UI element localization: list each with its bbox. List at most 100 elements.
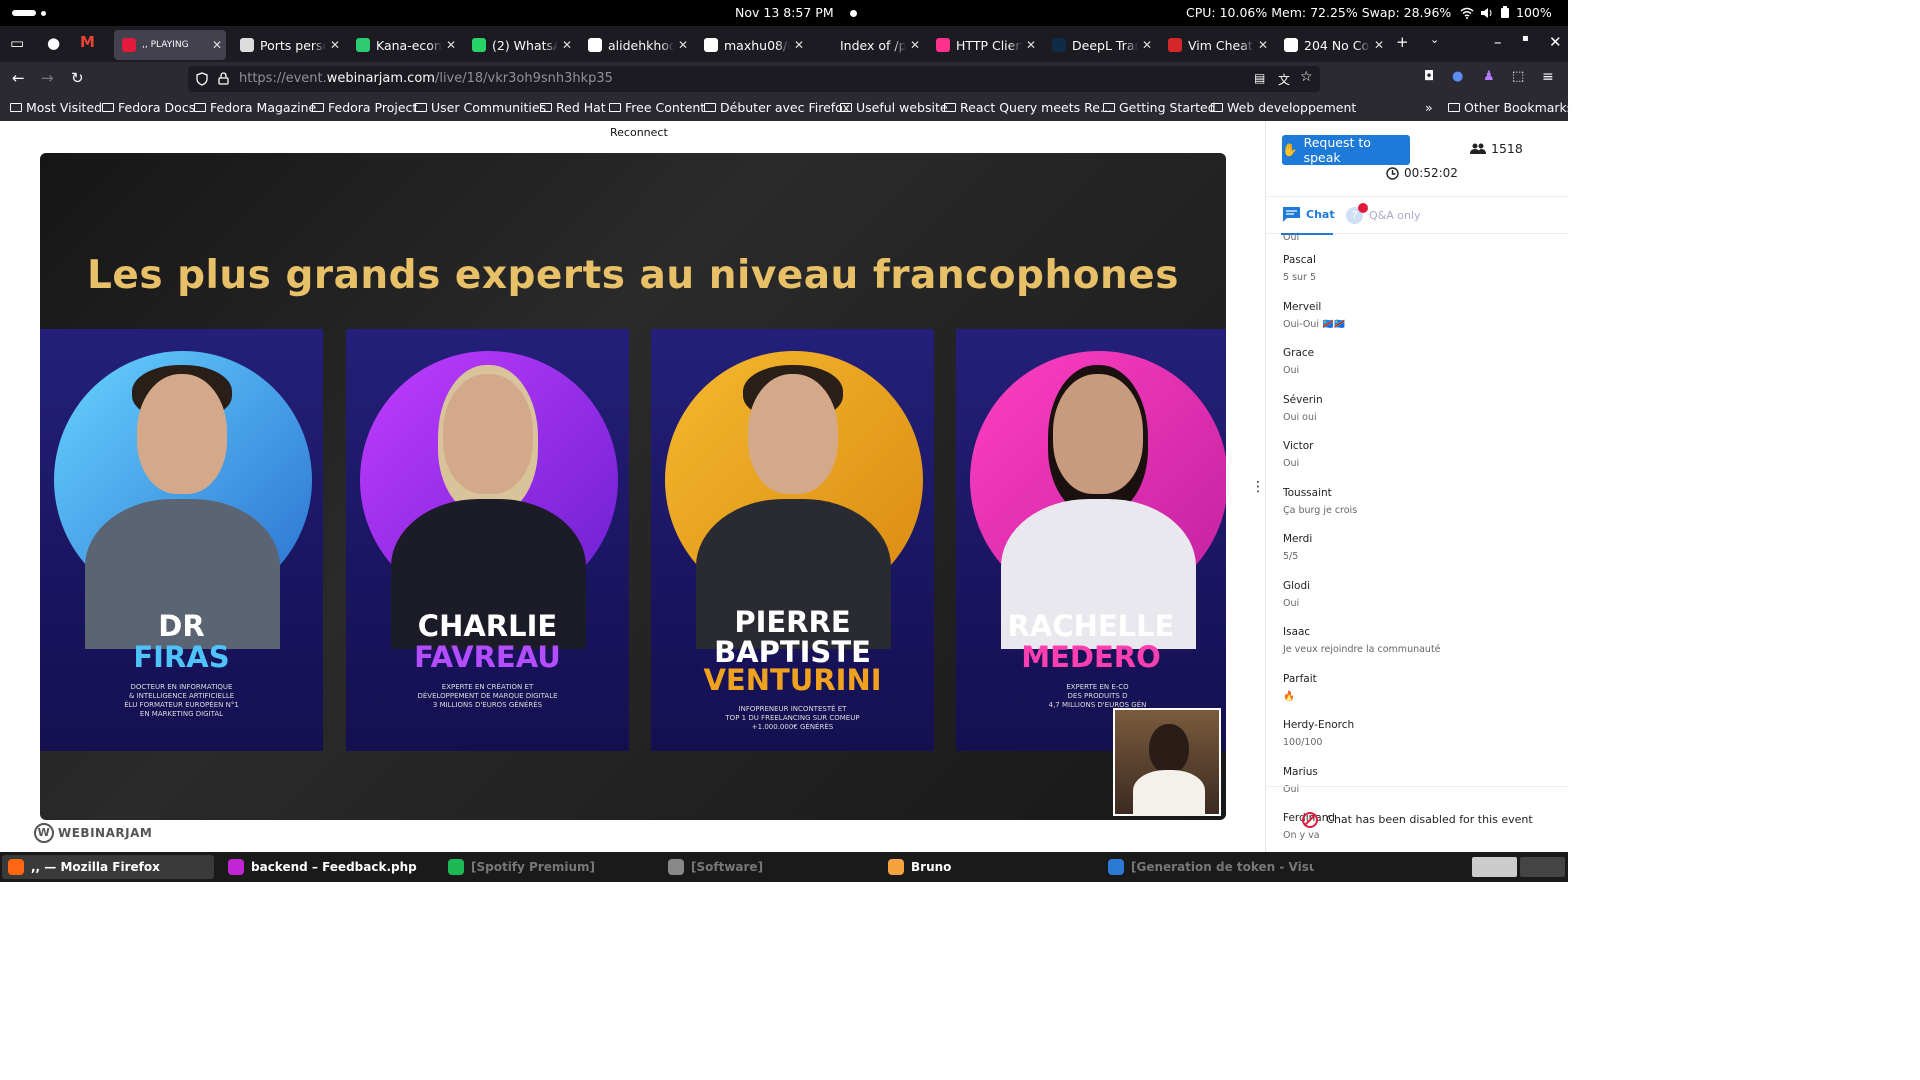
chat-message: Glodi Oui (1283, 580, 1563, 621)
bookmark-item[interactable]: React Query meets Re... (944, 100, 1112, 115)
bookmark-item[interactable]: Fedora Docs (102, 100, 195, 115)
extension-icon[interactable]: ♟ (1483, 69, 1495, 84)
workspace-2[interactable] (1520, 857, 1565, 877)
address-bar[interactable]: https://event.webinarjam.com/live/18/vkr… (188, 66, 1320, 92)
back-button[interactable]: ← (12, 69, 25, 87)
browser-tab[interactable]: alidehkhoda ✕ (580, 30, 692, 60)
request-to-speak-label: Request to speak (1303, 135, 1371, 165)
menu-icon[interactable]: ≡ (1542, 69, 1554, 85)
browser-tab[interactable]: (2) WhatsAp ✕ (464, 30, 576, 60)
browser-tab[interactable]: maxhu08/d ✕ (696, 30, 808, 60)
close-tab-icon[interactable]: ✕ (910, 38, 920, 52)
close-tab-icon[interactable]: ✕ (1142, 38, 1152, 52)
bookmark-item[interactable]: Free Content (609, 100, 705, 115)
app-icon (228, 859, 244, 875)
bookmark-item[interactable]: User Communities (415, 100, 546, 115)
reader-view-icon[interactable]: ▤ (1254, 71, 1265, 85)
taskbar-window[interactable]: backend – Feedback.php (222, 855, 434, 879)
gmail-pinned-tab[interactable]: M (80, 33, 95, 51)
bookmark-item[interactable]: Useful website (840, 100, 948, 115)
bookmark-item[interactable]: Débuter avec Firefox (704, 100, 850, 115)
lock-icon[interactable] (218, 72, 229, 85)
bookmark-star-icon[interactable]: ☆ (1300, 69, 1313, 85)
chat-icon (1283, 207, 1300, 222)
more-bookmarks-chevron-icon[interactable]: » (1425, 100, 1433, 115)
folder-icon (1103, 103, 1115, 112)
close-tab-icon[interactable]: ✕ (330, 38, 340, 52)
taskbar-window[interactable]: Bruno (882, 855, 1094, 879)
taskbar-window[interactable]: [Generation de token - Visual Stu... (1102, 855, 1314, 879)
chat-message: Parfait 🔥 (1283, 673, 1563, 714)
timer-value: 00:52:02 (1404, 166, 1458, 180)
speaker-first-name: PIERRE BAPTISTE (714, 605, 871, 669)
folder-icon (540, 103, 552, 112)
bookmark-item[interactable]: Getting Started (1103, 100, 1216, 115)
close-tab-icon[interactable]: ✕ (212, 38, 222, 52)
close-tab-icon[interactable]: ✕ (1258, 38, 1268, 52)
message-author: Grace (1283, 347, 1315, 359)
browser-tab[interactable]: Kana-ecom ✕ (348, 30, 460, 60)
window-title: [Generation de token - Visual Stu... (1131, 860, 1314, 874)
taskbar-window[interactable]: ,, — Mozilla Firefox (2, 855, 214, 879)
browser-tab[interactable]: Ports perso ✕ (232, 30, 344, 60)
folder-icon (312, 103, 324, 112)
tab-chat[interactable]: Chat (1281, 207, 1335, 235)
tab-qa-only[interactable]: ? Q&A only (1346, 203, 1421, 224)
browser-tab[interactable]: Vim Cheat S ✕ (1160, 30, 1272, 60)
folder-icon (840, 103, 852, 112)
bookmark-label: Red Hat (556, 100, 606, 115)
notification-dot (850, 10, 857, 17)
workspace-1[interactable] (1472, 857, 1517, 877)
tab-label: maxhu08/d (724, 37, 790, 53)
navigation-toolbar: ← → ↻ https://event.webinarjam.com/live/… (0, 62, 1568, 95)
bookmark-item[interactable]: Web developpement (1211, 100, 1356, 115)
browser-tab[interactable]: HTTP Client ✕ (928, 30, 1040, 60)
github-pinned-tab[interactable]: ● (47, 34, 60, 52)
notification-badge (1358, 203, 1368, 213)
close-window-button[interactable]: ✕ (1549, 33, 1562, 51)
maximize-button[interactable]: ▪ (1522, 33, 1529, 44)
shield-icon[interactable] (196, 72, 208, 86)
bookmark-item[interactable]: Other Bookmarks (1448, 100, 1573, 115)
browser-tab[interactable]: Index of /pub/li ✕ (812, 30, 924, 60)
chat-message-list[interactable]: Pascal 5 sur 5 Merveil Oui-Oui 🇨🇩🇨🇩 Grace Oui… (1283, 248, 1563, 853)
more-options-icon[interactable]: ⋮ (1251, 479, 1265, 495)
chat-message: Herdy-Enorch 100/100 (1283, 719, 1563, 760)
window-title: [Software] (691, 860, 764, 874)
browser-tab[interactable]: 204 No Con ✕ (1276, 30, 1388, 60)
chat-message: Merdi 5/5 (1283, 533, 1563, 574)
chat-message: Merveil Oui-Oui 🇨🇩🇨🇩 (1283, 301, 1563, 342)
browser-tab[interactable]: DeepL Trans ✕ (1044, 30, 1156, 60)
minimize-button[interactable]: – (1494, 33, 1502, 51)
translate-icon[interactable]: 文 (1278, 71, 1290, 88)
bookmark-item[interactable]: Fedora Magazine (194, 100, 316, 115)
request-to-speak-button[interactable]: ✋ Request to speak (1282, 135, 1410, 165)
bookmark-item[interactable]: Fedora Project (312, 100, 417, 115)
system-tray[interactable]: 100% (1460, 5, 1552, 20)
folder-icon (704, 103, 716, 112)
taskbar-window[interactable]: [Software] (662, 855, 874, 879)
close-tab-icon[interactable]: ✕ (446, 38, 456, 52)
extensions-puzzle-icon[interactable]: ⬚ (1512, 69, 1524, 84)
close-tab-icon[interactable]: ✕ (1374, 38, 1384, 52)
close-tab-icon[interactable]: ✕ (678, 38, 688, 52)
taskbar-window[interactable]: [Spotify Premium] (442, 855, 654, 879)
list-tabs-icon[interactable]: ⌄ (1430, 33, 1439, 46)
bookmark-item[interactable]: Most Visited (10, 100, 102, 115)
forward-button[interactable]: → (41, 69, 54, 87)
video-player[interactable]: Les plus grands experts au niveau franco… (40, 153, 1226, 820)
reconnect-link[interactable]: Reconnect (604, 124, 674, 141)
account-icon[interactable]: ● (1452, 69, 1463, 84)
bookmark-item[interactable]: Red Hat (540, 100, 606, 115)
new-tab-button[interactable]: + (1396, 33, 1409, 51)
close-tab-icon[interactable]: ✕ (794, 38, 804, 52)
clock[interactable]: Nov 13 8:57 PM (735, 5, 834, 20)
browser-tab[interactable]: ,, PLAYING ✕ (114, 30, 226, 60)
close-tab-icon[interactable]: ✕ (562, 38, 572, 52)
close-tab-icon[interactable]: ✕ (1026, 38, 1036, 52)
reload-button[interactable]: ↻ (71, 69, 84, 87)
firefox-view-icon[interactable]: ▭ (10, 34, 24, 52)
url-text[interactable]: https://event.webinarjam.com/live/18/vkr… (239, 71, 613, 86)
activities-indicator[interactable] (12, 10, 36, 16)
pocket-icon[interactable]: ◘ (1424, 69, 1434, 84)
